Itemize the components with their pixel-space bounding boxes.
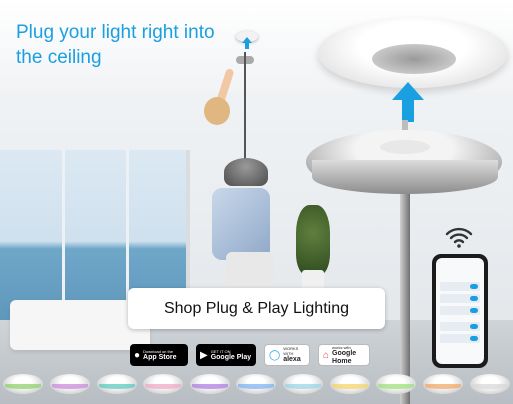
badge-big-text: Google Home [332,349,357,365]
alexa-icon: ◯ [269,349,281,361]
toggle-icon [470,284,478,289]
toggle-icon [470,308,478,313]
color-lamp-row [0,370,513,404]
topiary-plant [296,205,330,275]
color-lamp-thumbnail [50,374,90,394]
toggle-icon [470,324,478,329]
color-lamp-thumbnail [190,374,230,394]
color-lamp-thumbnail [143,374,183,394]
pendant-cord [244,52,246,162]
app-row [440,322,480,331]
toggle-icon [470,296,478,301]
badge-big-text: Google Play [210,353,252,361]
lamp-plug [380,140,430,154]
child-head [204,97,230,125]
app-row [440,334,480,343]
apple-icon: ● [134,349,141,361]
fixture-socket [372,44,456,74]
app-row [440,282,480,291]
child-body [212,188,270,260]
alexa-badge[interactable]: ◯ WORKS WITH alexa [264,344,310,366]
badge-small-text: WORKS WITH [283,346,299,356]
toggle-icon [470,336,478,341]
app-row [440,306,480,315]
color-lamp-thumbnail [376,374,416,394]
up-arrow-icon [392,82,424,122]
store-badges: ● Download on the App Store ▶ GET IT ON Go… [130,344,370,368]
color-lamp-thumbnail [236,374,276,394]
app-row [440,294,480,303]
color-lamp-thumbnail [283,374,323,394]
badge-small-text: Download on the [143,348,174,354]
color-lamp-thumbnail [470,374,510,394]
shop-plug-and-play-button[interactable]: Shop Plug & Play Lighting [128,288,385,329]
lamp-collar [312,160,498,194]
color-lamp-thumbnail [97,374,137,394]
badge-big-text: alexa [283,356,301,363]
color-lamp-thumbnail [330,374,370,394]
google-home-badge[interactable]: ⌂ works with Google Home [318,344,370,366]
color-lamp-thumbnail [3,374,43,394]
google-home-icon: ⌂ [323,349,330,361]
app-screen [436,258,484,364]
badge-big-text: App Store [143,353,177,361]
play-icon: ▶ [200,349,208,361]
wifi-icon [445,227,473,248]
google-play-badge[interactable]: ▶ GET IT ON Google Play [196,344,256,366]
product-hero-image: Plug your light right into the ceiling S… [0,0,513,404]
app-store-badge[interactable]: ● Download on the App Store [130,344,188,366]
small-up-arrow-icon [242,37,252,49]
pendant-light [224,158,268,186]
headline: Plug your light right into the ceiling [16,22,215,68]
color-lamp-thumbnail [423,374,463,394]
smartphone [432,254,488,368]
